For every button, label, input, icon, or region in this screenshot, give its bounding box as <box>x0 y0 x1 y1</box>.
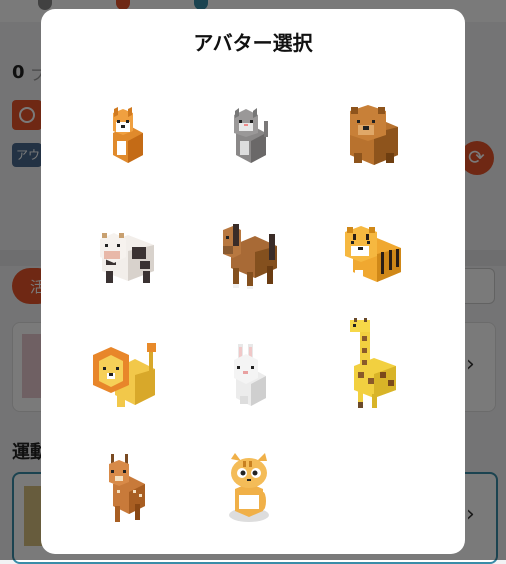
gray-cat-icon <box>234 108 268 163</box>
avatar-option-horse[interactable] <box>203 209 299 305</box>
avatar-option-shiba[interactable] <box>80 89 176 185</box>
avatar-option-gray-cat[interactable] <box>203 89 299 185</box>
dialog-title: アバター選択 <box>193 31 313 55</box>
avatar-option-bear[interactable] <box>326 89 422 185</box>
avatar-option-kitten[interactable] <box>203 441 299 537</box>
giraffe-icon <box>350 318 396 408</box>
shiba-dog-icon <box>113 107 143 163</box>
avatar-option-rabbit[interactable] <box>203 327 299 423</box>
rabbit-icon <box>234 344 266 406</box>
tiger-icon <box>345 226 401 284</box>
avatar-option-lion[interactable] <box>80 327 176 423</box>
cow-icon <box>100 233 154 283</box>
avatar-option-deer[interactable] <box>80 441 176 537</box>
tabby-kitten-icon <box>229 453 269 522</box>
horse-icon <box>223 224 277 289</box>
avatar-option-cow[interactable] <box>80 209 176 305</box>
avatar-option-giraffe[interactable] <box>326 309 422 419</box>
deer-icon <box>109 454 145 522</box>
avatar-select-dialog: アバター選択 <box>41 9 465 554</box>
lion-icon <box>93 343 156 407</box>
brown-bear-icon <box>350 105 398 165</box>
avatar-option-tiger[interactable] <box>326 209 422 305</box>
